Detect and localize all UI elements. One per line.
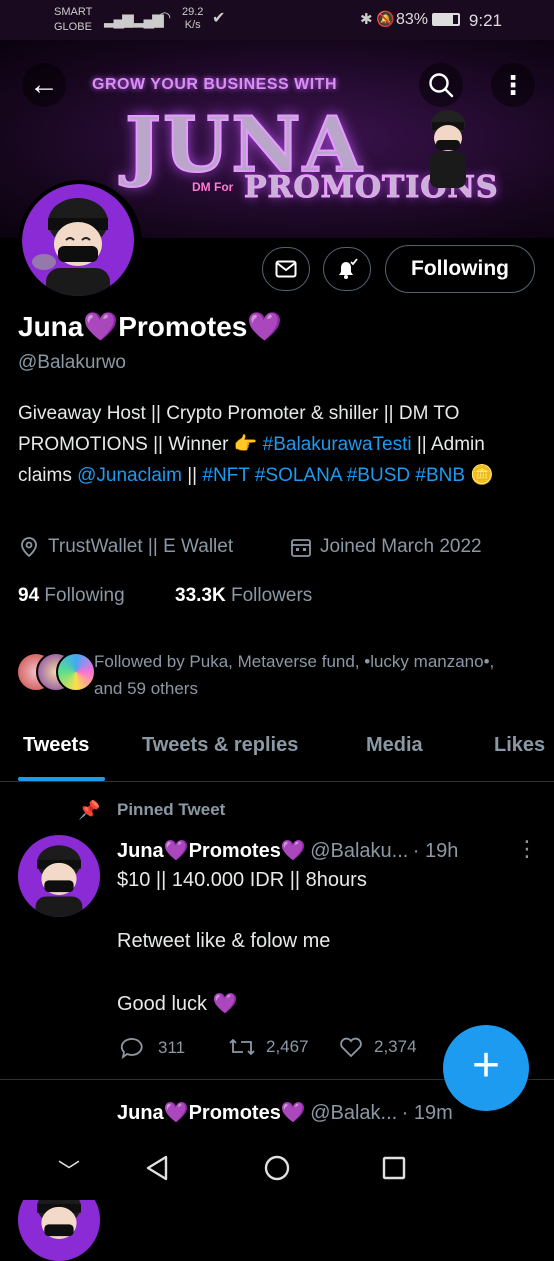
joined-text: Joined March 2022 [320, 536, 482, 557]
tweet-avatar[interactable] [18, 835, 100, 917]
pin-icon: 📌 [78, 800, 101, 820]
follower-avatar [56, 652, 96, 692]
status-bar: SMART GLOBE ▂▄▆ ▂▄▆ ◠ 29.2 K/s ✔ ✱ 🔕 83%… [0, 0, 554, 40]
plus-icon: + [471, 1039, 501, 1092]
reply-action[interactable]: 311 [120, 1036, 185, 1060]
chevron-down-icon[interactable]: ﹀ [58, 1154, 80, 1186]
tweet-header: Juna💜Promotes💜 @Balak... · 19m [117, 1100, 453, 1125]
banner-tagline: GROW YOUR BUSINESS WITH [92, 76, 337, 93]
tabs-divider [0, 781, 554, 782]
tweet-more-icon[interactable]: ⋮ [516, 836, 538, 862]
hashtag-link[interactable]: #NFT [202, 465, 249, 486]
tab-likes[interactable]: Likes [494, 734, 545, 757]
calendar-icon [291, 539, 311, 557]
display-name: Juna💜Promotes💜 [18, 311, 283, 342]
avatar-character-image [32, 198, 110, 296]
signal-icon: ▂▄▆ [104, 11, 134, 28]
heart-icon [340, 1037, 362, 1058]
followers-label: Followers [230, 585, 313, 606]
search-icon [429, 73, 454, 98]
profile-location: TrustWallet || E Wallet [18, 536, 233, 558]
clock: 9:21 [468, 11, 502, 30]
search-button[interactable] [419, 63, 463, 107]
tweet-time: · 19m [401, 1102, 453, 1124]
more-vertical-icon: ⋮ [500, 70, 526, 100]
bio-text: 🪙 [465, 465, 494, 486]
check-icon: ✔ [212, 10, 226, 27]
back-nav-icon[interactable] [144, 1154, 170, 1182]
hashtag-link[interactable]: #BNB [415, 465, 465, 486]
retweet-action[interactable]: 2,467 [228, 1036, 309, 1058]
followers-count: 33.3K [175, 585, 226, 606]
notifications-button[interactable] [323, 247, 371, 291]
mail-icon [275, 260, 297, 278]
compose-tweet-button[interactable]: + [443, 1025, 529, 1111]
retweet-count: 2,467 [266, 1037, 309, 1056]
pinned-label: Pinned Tweet [117, 800, 226, 819]
back-button[interactable]: ← [22, 63, 66, 107]
active-tab-indicator [18, 777, 105, 781]
hashtag-link[interactable]: #SOLANA [255, 465, 342, 486]
profile-avatar[interactable] [18, 180, 142, 304]
message-button[interactable] [262, 247, 310, 291]
mention-link[interactable]: @Junaclaim [77, 465, 182, 486]
reply-icon [120, 1038, 143, 1060]
followers-count-link[interactable]: 33.3K Followers [175, 585, 312, 607]
avatar-character-image [35, 845, 83, 917]
like-count: 2,374 [374, 1037, 417, 1056]
banner-character-image [430, 110, 466, 188]
more-options-button[interactable]: ⋮ [491, 63, 535, 107]
tweet-author-name[interactable]: Juna💜Promotes💜 [117, 1102, 306, 1124]
bell-check-icon [339, 258, 358, 279]
following-count-link[interactable]: 94 Following [18, 585, 125, 607]
retweet-icon [229, 1038, 255, 1056]
hashtag-link[interactable]: #BUSD [347, 465, 410, 486]
location-pin-icon [21, 537, 37, 558]
hashtag-link[interactable]: #BalakurawaTesti [263, 434, 412, 455]
location-text: TrustWallet || E Wallet [48, 536, 234, 557]
tweet-text-line: Retweet like & folow me [117, 930, 331, 952]
tab-tweets-replies[interactable]: Tweets & replies [142, 734, 298, 757]
tweet-author-handle[interactable]: @Balak... [310, 1102, 397, 1124]
followed-by-avatars[interactable] [16, 652, 96, 692]
recents-nav-icon[interactable] [382, 1156, 406, 1180]
tweet-text-line: Good luck 💜 [117, 993, 238, 1015]
network-speed: 29.2 K/s [182, 6, 204, 31]
tweet-time: · 19h [412, 840, 459, 862]
battery-percent: 83% [396, 11, 429, 28]
following-label: Following [44, 585, 125, 606]
battery-icon [432, 13, 460, 26]
arrow-left-icon: ← [29, 68, 59, 101]
tweet-author-handle[interactable]: @Balaku... [310, 840, 408, 862]
profile-handle: @Balakurwo [18, 352, 126, 373]
tweet-author-name[interactable]: Juna💜Promotes💜 [117, 840, 306, 862]
tab-media[interactable]: Media [366, 734, 423, 757]
profile-joined: Joined March 2022 [290, 536, 482, 558]
home-nav-icon[interactable] [263, 1154, 291, 1182]
followed-by-text[interactable]: Followed by Puka, Metaverse fund, •lucky… [94, 648, 514, 702]
wifi-icon: ◠ [158, 9, 172, 26]
mute-icon: 🔕 [376, 11, 395, 28]
following-count: 94 [18, 585, 40, 606]
profile-bio: Giveaway Host || Crypto Promoter & shill… [18, 398, 538, 491]
tab-tweets[interactable]: Tweets [23, 734, 89, 757]
carrier-name: SMART GLOBE [54, 6, 93, 33]
bluetooth-icon: ✱ [360, 11, 373, 28]
tweet-text-line: $10 || 140.000 IDR || 8hours [117, 869, 367, 891]
following-button[interactable]: Following [385, 245, 535, 293]
tweet-header: Juna💜Promotes💜 @Balaku... · 19h [117, 838, 458, 863]
banner-dm-for: DM For [192, 180, 234, 194]
bio-text: || [181, 465, 203, 486]
reply-count: 311 [158, 1038, 186, 1057]
like-action[interactable]: 2,374 [338, 1036, 417, 1058]
